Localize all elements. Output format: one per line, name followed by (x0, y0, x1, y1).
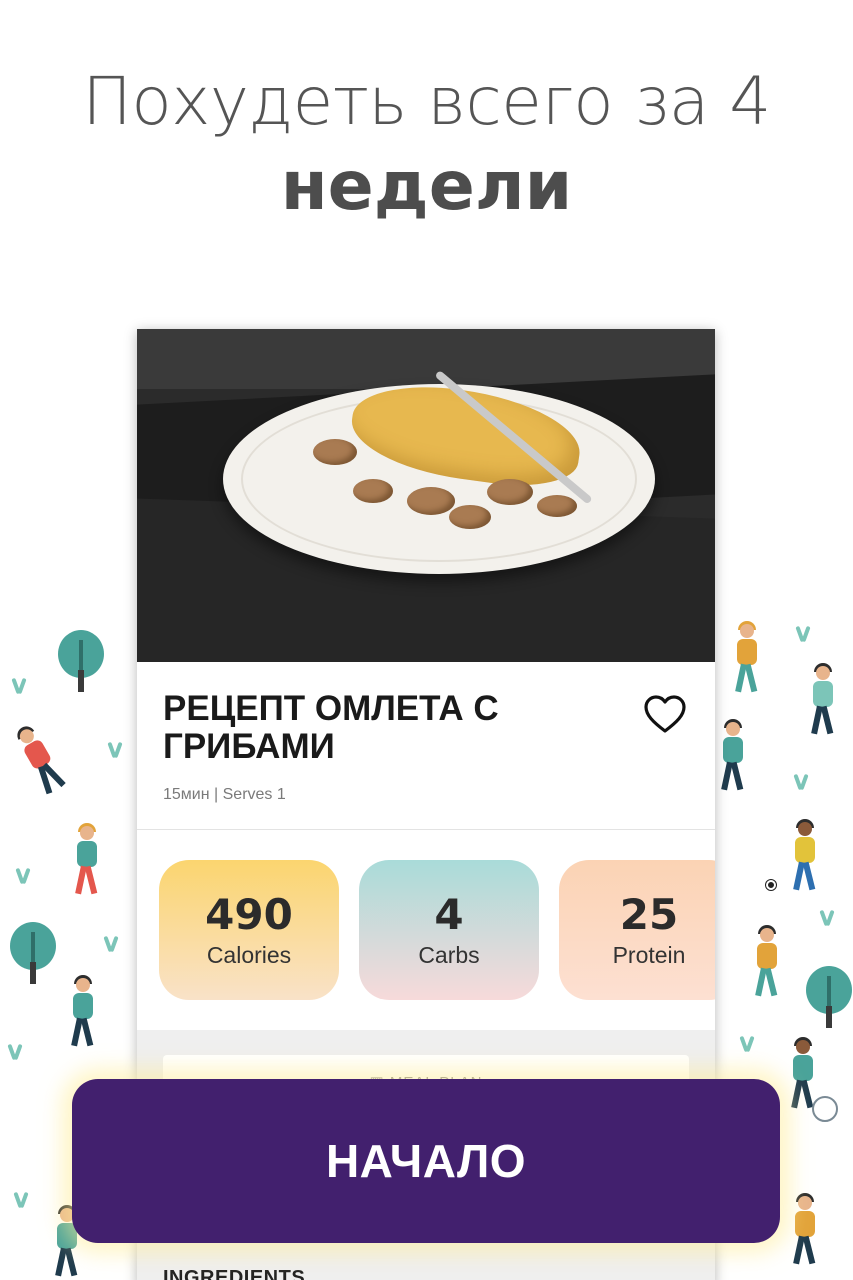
recipe-info: РЕЦЕПТ ОМЛЕТА С ГРИБАМИ 15мин | Serves 1 (137, 662, 715, 830)
calories-value: 490 (205, 890, 293, 939)
stretching-person-illustration (748, 925, 784, 998)
headline-line-2: недели (280, 147, 573, 226)
tree-illustration (58, 630, 104, 692)
yoga-person-illustration (7, 722, 73, 801)
recipe-title: РЕЦЕПТ ОМЛЕТА С ГРИБАМИ (163, 689, 499, 766)
tree-illustration (806, 966, 852, 1028)
soccer-ball-illustration (766, 880, 776, 890)
protein-label: Protein (612, 942, 686, 968)
carbs-value: 4 (434, 890, 464, 939)
carbs-stat: 4 Carbs (359, 860, 539, 1000)
heart-outline-icon[interactable] (643, 694, 687, 734)
dumbbell-person-illustration (714, 719, 750, 792)
runner-illustration (804, 663, 840, 736)
recipe-meta: 15мин | Serves 1 (163, 786, 286, 803)
grass-illustration (8, 676, 30, 694)
start-button[interactable]: НАЧАЛО (72, 1079, 780, 1243)
grass-illustration (790, 772, 812, 790)
protein-value: 25 (619, 890, 679, 939)
grass-illustration (104, 740, 126, 758)
tennis-player-illustration (786, 1193, 822, 1266)
recipe-photo (137, 329, 715, 662)
ingredients-heading: INGREDIENTS (163, 1267, 306, 1280)
calories-stat: 490 Calories (159, 860, 339, 1000)
protein-stat: 25 Protein (559, 860, 715, 1000)
grass-illustration (736, 1034, 758, 1052)
nutrition-stats: 490 Calories 4 Carbs 25 Protein (137, 830, 715, 1030)
grass-illustration (792, 624, 814, 642)
headline: Похудеть всего за 4 недели (0, 58, 853, 228)
bicycle-wheel-illustration (812, 1096, 838, 1122)
soccer-player-illustration (786, 819, 822, 892)
tree-illustration (10, 922, 56, 984)
grass-illustration (816, 908, 838, 926)
scooter-person-illustration (64, 975, 100, 1048)
jump-rope-person-illustration (728, 621, 764, 694)
headline-line-1: Похудеть всего за 4 (82, 63, 771, 140)
grass-illustration (12, 866, 34, 884)
grass-illustration (4, 1042, 26, 1060)
calories-label: Calories (206, 942, 292, 968)
dancer-illustration (68, 823, 104, 896)
grass-illustration (10, 1190, 32, 1208)
grass-illustration (100, 934, 122, 952)
carbs-label: Carbs (418, 942, 480, 968)
